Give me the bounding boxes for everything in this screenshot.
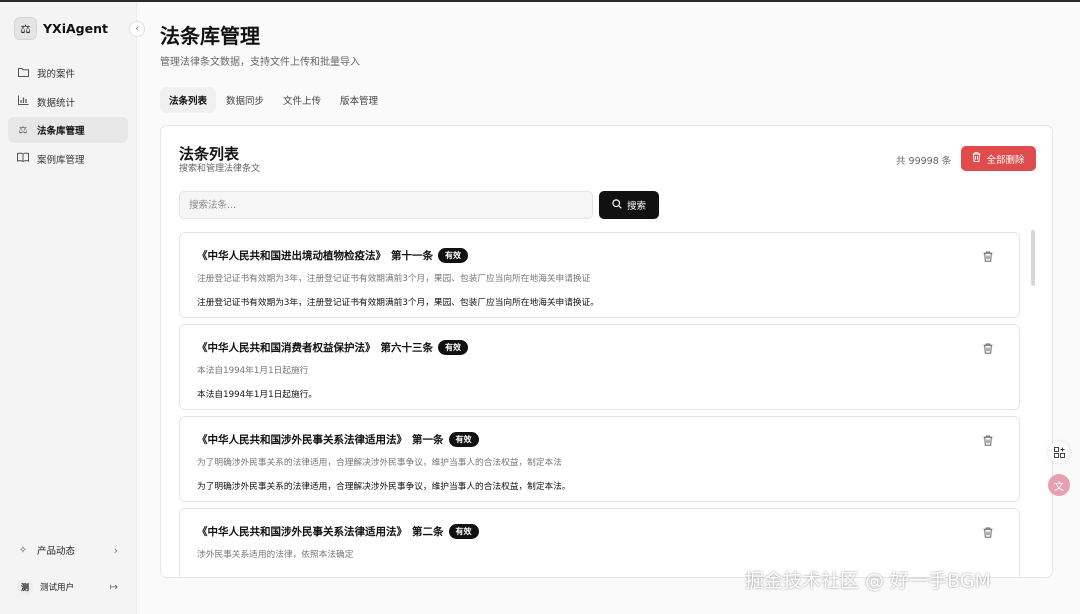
- sidebar: ⚖ YXiAgent ‹ 我的案件 数据统计 ⚖ 法条库管理 案例库管理 ✧ 产…: [0, 2, 145, 614]
- panel-description: 搜索和管理法律条文: [179, 164, 261, 174]
- tab-data-sync[interactable]: 数据同步: [217, 87, 273, 113]
- law-article: 第二条: [412, 526, 444, 538]
- law-list-item[interactable]: 《中华人民共和国进出境动植物检疫法》 第十一条 有效 注册登记证书有效期为3年，…: [179, 232, 1020, 318]
- sidebar-item-label: 法条库管理: [37, 126, 85, 137]
- law-title: 《中华人民共和国涉外民事关系法律适用法》: [197, 526, 407, 538]
- sidebar-item-label: 我的案件: [37, 69, 76, 80]
- apps-add-icon[interactable]: [1048, 441, 1070, 463]
- tab-law-list[interactable]: 法条列表: [160, 87, 217, 113]
- law-summary: 注册登记证书有效期为3年，注册登记证书有效期满前3个月，果园、包装厂应当向所在地…: [197, 274, 591, 284]
- sidebar-item-law-library[interactable]: ⚖ 法条库管理: [8, 117, 128, 143]
- search-button-label: 搜索: [626, 201, 646, 212]
- law-content: 为了明确涉外民事关系的法律适用，合理解决涉外民事争议，维护当事人的合法权益，制定…: [197, 482, 571, 492]
- list-scrollbar[interactable]: [1031, 230, 1035, 286]
- law-article: 第一条: [412, 434, 444, 446]
- delete-all-button[interactable]: 全部删除: [961, 146, 1036, 171]
- logout-icon[interactable]: ↦: [110, 582, 118, 593]
- law-title: 《中华人民共和国涉外民事关系法律适用法》: [197, 434, 407, 446]
- user-name: 测试用户: [40, 583, 75, 593]
- page-subtitle: 管理法律条文数据，支持文件上传和批量导入: [160, 57, 360, 68]
- status-badge: 有效: [448, 524, 479, 539]
- trash-icon[interactable]: [983, 527, 993, 541]
- trash-icon[interactable]: [983, 435, 993, 449]
- scale-icon: ⚖: [14, 17, 37, 40]
- sidebar-nav: 我的案件 数据统计 ⚖ 法条库管理 案例库管理: [8, 60, 128, 174]
- delete-all-label: 全部删除: [986, 154, 1025, 166]
- sidebar-item-cases[interactable]: 我的案件: [8, 60, 128, 86]
- law-list-item[interactable]: 《中华人民共和国涉外民事关系法律适用法》 第一条 有效 为了明确涉外民事关系的法…: [179, 416, 1020, 502]
- search-button[interactable]: 搜索: [599, 191, 659, 219]
- status-badge: 有效: [448, 432, 479, 447]
- trash-icon: [972, 152, 981, 165]
- window-top-border: [0, 0, 1080, 2]
- status-badge: 有效: [438, 340, 468, 355]
- sidebar-item-statistics[interactable]: 数据统计: [8, 89, 128, 115]
- brand[interactable]: ⚖ YXiAgent: [14, 17, 108, 40]
- user-row[interactable]: 测 测试用户 ↦: [8, 575, 128, 599]
- law-title: 《中华人民共和国进出境动植物检疫法》: [197, 250, 386, 262]
- translate-icon[interactable]: 文: [1048, 474, 1070, 496]
- law-list: 《中华人民共和国进出境动植物检疫法》 第十一条 有效 注册登记证书有效期为3年，…: [179, 232, 1020, 577]
- total-count: 共 99998 条: [896, 156, 952, 167]
- law-summary: 本法自1994年1月1日起施行: [197, 366, 309, 376]
- book-icon: [17, 152, 29, 165]
- sidebar-item-case-library[interactable]: 案例库管理: [8, 146, 128, 172]
- law-article: 第六十三条: [380, 342, 434, 354]
- product-news-label: 产品动态: [37, 546, 76, 557]
- sparkle-icon: ✧: [18, 544, 28, 556]
- law-title: 《中华人民共和国消费者权益保护法》: [197, 342, 376, 354]
- law-list-item[interactable]: 《中华人民共和国消费者权益保护法》 第六十三条 有效 本法自1994年1月1日起…: [179, 324, 1020, 410]
- law-article: 第十一条: [391, 250, 433, 262]
- avatar: 测: [17, 579, 33, 595]
- law-summary: 涉外民事关系适用的法律，依照本法确定: [197, 550, 354, 560]
- app-name: YXiAgent: [43, 21, 108, 36]
- law-list-panel: 法条列表 搜索和管理法律条文 共 99998 条 全部删除 搜索 《中华人民共和…: [160, 125, 1053, 578]
- sidebar-item-label: 数据统计: [37, 97, 76, 109]
- chevron-left-icon[interactable]: ‹: [129, 21, 145, 37]
- bar-chart-icon: [17, 95, 29, 108]
- tab-version-management[interactable]: 版本管理: [331, 87, 387, 113]
- law-content: 本法自1994年1月1日起施行。: [197, 390, 318, 400]
- law-content: 注册登记证书有效期为3年，注册登记证书有效期满前3个月，果园、包装厂应当向所在地…: [197, 298, 599, 308]
- tab-bar: 法条列表 数据同步 文件上传 版本管理: [160, 87, 388, 113]
- search-icon: [612, 198, 622, 212]
- law-summary: 为了明确涉外民事关系的法律适用，合理解决涉外民事争议，维护当事人的合法权益，制定…: [197, 458, 562, 468]
- trash-icon[interactable]: [983, 251, 993, 265]
- page-title: 法条库管理: [160, 24, 260, 48]
- folder-icon: [17, 67, 29, 80]
- chevron-right-icon: ›: [113, 543, 118, 557]
- product-news-item[interactable]: ✧ 产品动态 ›: [8, 538, 128, 562]
- trash-icon[interactable]: [983, 343, 993, 357]
- watermark: 掘金技术社区 @ 好一手BGM: [745, 570, 991, 592]
- tab-file-upload[interactable]: 文件上传: [274, 87, 330, 113]
- search-input[interactable]: [179, 191, 593, 219]
- sidebar-item-label: 案例库管理: [37, 154, 85, 166]
- status-badge: 有效: [438, 248, 468, 263]
- scale-icon: ⚖: [18, 124, 28, 136]
